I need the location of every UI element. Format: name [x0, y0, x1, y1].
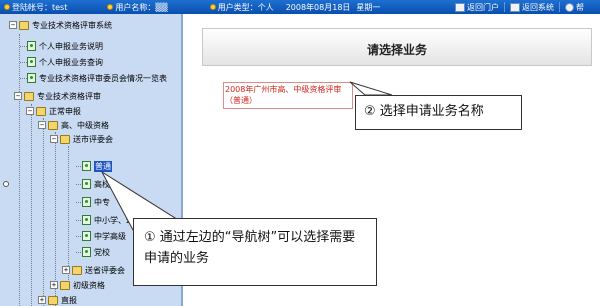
tree-item-normal[interactable]: − 正常申报	[26, 104, 81, 118]
tree-root-label: 专业技术资格评审系统	[32, 20, 112, 30]
tree-item-label: 普通	[94, 160, 112, 172]
username-info: 用户名称： ▒▒	[107, 0, 168, 14]
tree-item-label: 专业技术资格评审	[37, 91, 101, 101]
expand-toggle-icon[interactable]: +	[62, 266, 70, 274]
folder-icon	[48, 295, 58, 305]
business-link[interactable]: 2008年广州市高、中级资格评审（普通）	[225, 84, 353, 106]
tree-item-label: 高、中级资格	[61, 120, 109, 130]
portal-icon	[455, 2, 465, 12]
page-title: 请选择业务	[366, 43, 427, 57]
account-info: 登陆帐号： test	[4, 0, 67, 14]
folder-icon	[24, 91, 34, 101]
account-label: 登陆帐号：	[12, 2, 52, 12]
tree-item-direct[interactable]: + 直报	[38, 293, 77, 306]
tree-item-middle-senior[interactable]: 中学高级	[82, 229, 126, 243]
expand-toggle-icon[interactable]: +	[38, 296, 46, 304]
folder-icon	[48, 120, 58, 130]
page-icon	[82, 197, 91, 207]
collapse-toggle-icon[interactable]: −	[9, 21, 17, 29]
help-label: 帮	[576, 2, 584, 12]
return-system-button[interactable]: 返回系统	[507, 1, 557, 13]
tree-item-label: 高校	[94, 179, 110, 189]
username-value: ▒▒	[155, 2, 168, 12]
bullet-icon	[4, 4, 10, 10]
collapse-toggle-icon[interactable]: −	[14, 92, 22, 100]
folder-icon	[60, 134, 70, 144]
tree-item-label: 党校	[94, 247, 110, 257]
username-label: 用户名称：	[115, 2, 156, 12]
page-icon	[27, 41, 36, 51]
tree-item-city[interactable]: − 送市评委会	[50, 132, 113, 146]
system-icon	[510, 2, 520, 12]
usertype-value: 个人	[257, 2, 274, 12]
tree-item-senior-mid[interactable]: − 高、中级资格	[38, 118, 109, 132]
tree-item-univ[interactable]: 高校	[82, 177, 110, 191]
tree-item-junior[interactable]: + 初级资格	[50, 278, 105, 292]
date-display: 2008年08月18日 星期一	[286, 0, 381, 14]
return-portal-label: 返回门户	[467, 2, 499, 12]
folder-icon	[72, 265, 82, 275]
tree-item-committee[interactable]: 专业技术资格评审委员会情况一览表	[27, 71, 167, 85]
tree-root[interactable]: − 专业技术资格评审系统	[9, 18, 112, 32]
collapse-toggle-icon[interactable]: −	[26, 107, 34, 115]
top-status-bar: 登陆帐号： test 用户名称： ▒▒ 用户类型： 个人 2008年08月18日…	[0, 0, 600, 14]
tree-item-label: 初级资格	[73, 280, 105, 290]
tree-item-query[interactable]: 个人申报业务查询	[27, 55, 103, 69]
tree-item-label: 正常申报	[49, 106, 81, 116]
callout-select-business: ② 选择申请业务名称	[355, 95, 522, 130]
tree-item-label: 个人申报业务查询	[39, 57, 103, 67]
page-icon	[82, 247, 91, 257]
account-value: test	[52, 2, 68, 12]
page-icon	[82, 231, 91, 241]
collapse-toggle-icon[interactable]: −	[38, 121, 46, 129]
bullet-icon	[107, 4, 114, 10]
tree-item-label: 送市评委会	[73, 134, 113, 144]
divider	[504, 2, 505, 12]
usertype-info: 用户类型： 个人	[209, 0, 274, 14]
page-icon	[27, 57, 36, 67]
tree-item-general[interactable]: 普通	[82, 159, 112, 173]
weekday-text: 星期一	[356, 2, 381, 12]
tree-item-label: 直报	[61, 295, 77, 305]
help-icon	[565, 2, 574, 12]
page-icon	[27, 73, 36, 83]
date-text: 2008年08月18日	[285, 2, 351, 12]
folder-icon	[19, 20, 29, 30]
page-icon	[82, 161, 91, 171]
page-icon	[82, 179, 91, 189]
expand-toggle-icon[interactable]: +	[50, 281, 58, 289]
callout-navigation-tree: ① 通过左边的“导航树”可以选择需要申请的业务	[133, 218, 377, 286]
panel-header: 请选择业务	[202, 28, 592, 66]
tree-item-party[interactable]: 党校	[82, 245, 110, 259]
bullet-icon	[209, 4, 216, 10]
return-portal-button[interactable]: 返回门户	[452, 1, 502, 13]
tree-item-label: 中专	[94, 197, 110, 207]
folder-icon	[60, 280, 70, 290]
tree-item-apply-desc[interactable]: 个人申报业务说明	[27, 39, 103, 53]
tree-item-secondary[interactable]: 中专	[82, 195, 110, 209]
tree-item-label: 专业技术资格评审委员会情况一览表	[39, 73, 167, 83]
folder-icon	[36, 106, 46, 116]
tree-item-review[interactable]: − 专业技术资格评审	[14, 89, 101, 103]
page-icon	[82, 215, 91, 225]
tree-item-label: 个人申报业务说明	[39, 41, 103, 51]
divider	[559, 2, 560, 12]
help-button[interactable]: 帮	[562, 1, 587, 13]
topbar-buttons: 返回门户 返回系统 帮	[452, 1, 587, 13]
tree-item-label: 送省评委会	[85, 265, 125, 275]
tree-item-province[interactable]: + 送省评委会	[62, 263, 125, 277]
collapse-toggle-icon[interactable]: −	[50, 135, 58, 143]
usertype-label: 用户类型：	[217, 2, 258, 12]
tree-item-label: 中学高级	[94, 231, 126, 241]
splitter-handle[interactable]	[3, 181, 9, 187]
return-system-label: 返回系统	[522, 2, 554, 12]
